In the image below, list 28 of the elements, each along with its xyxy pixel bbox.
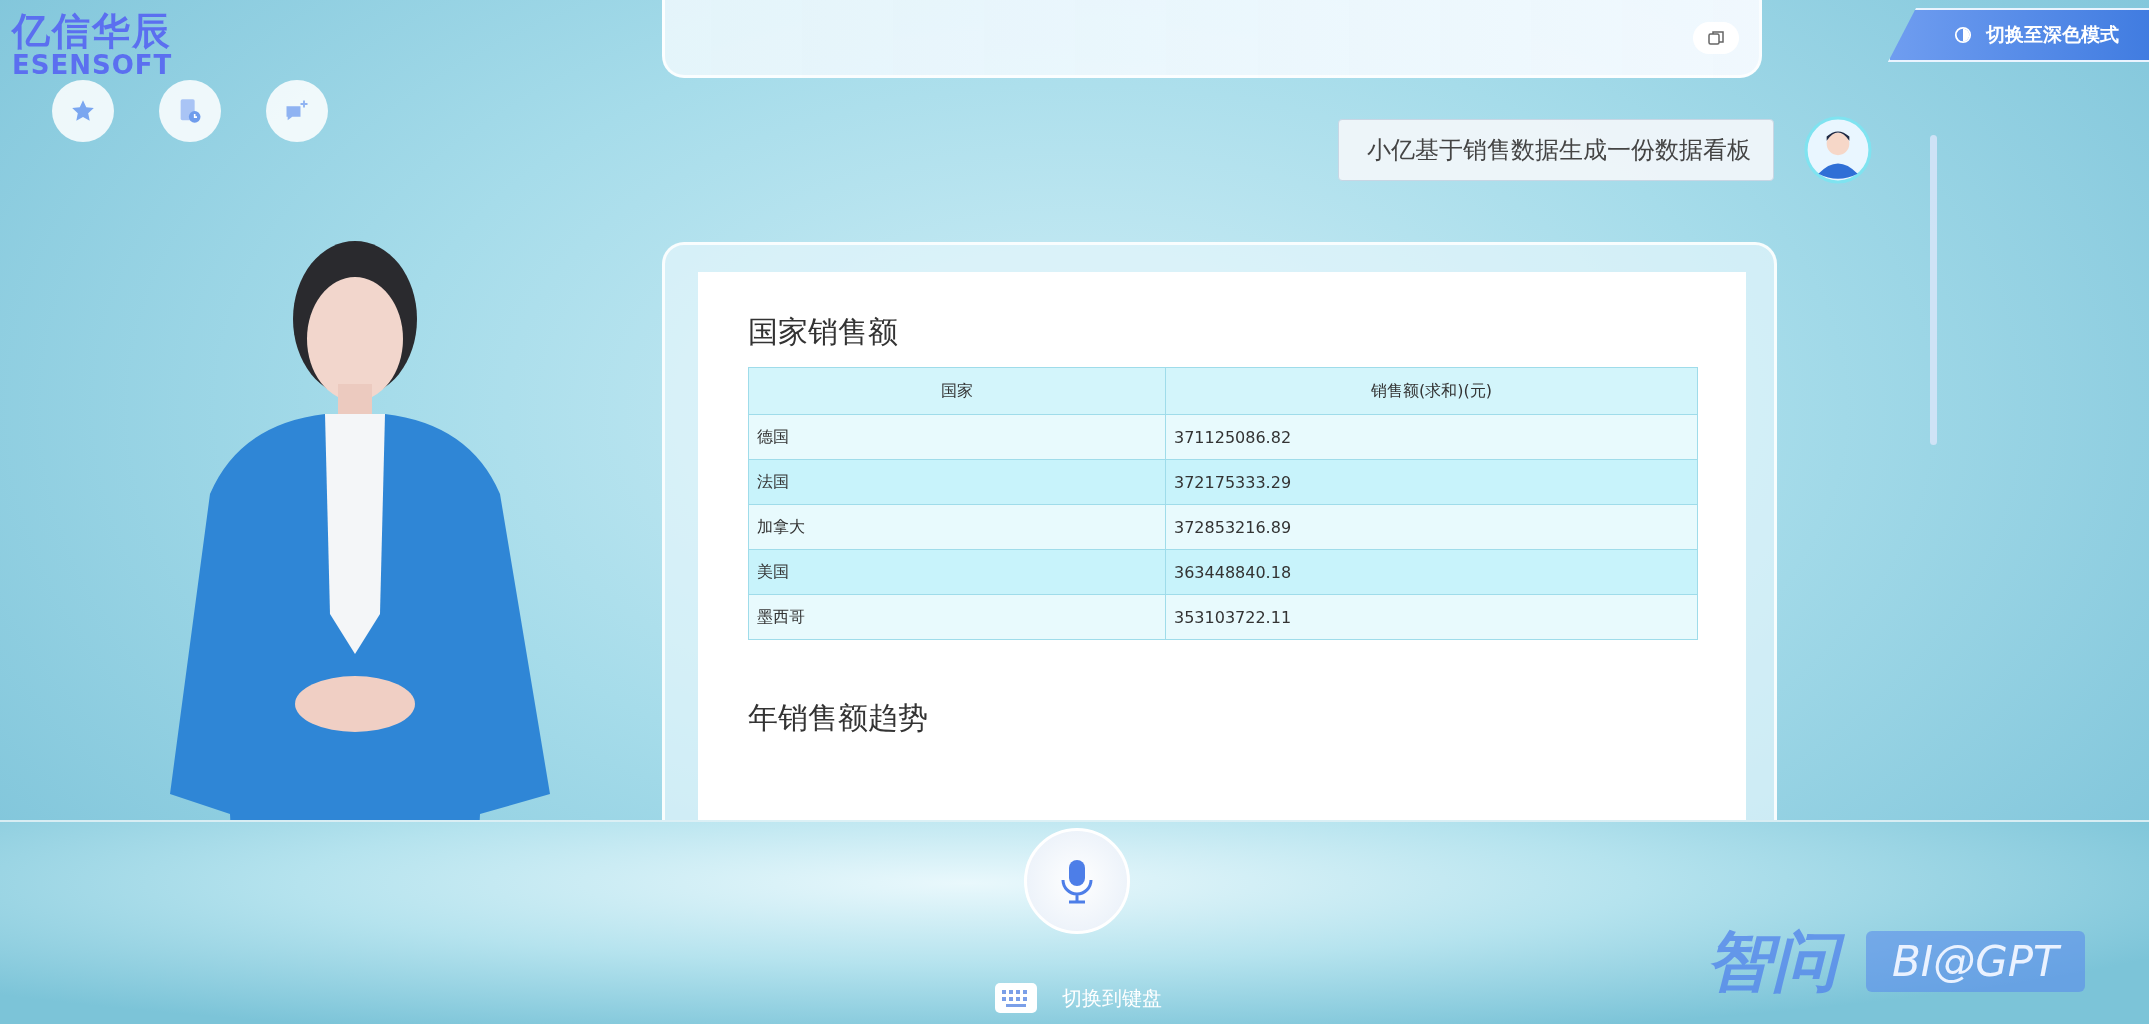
table-cell: 371125086.82 xyxy=(1165,414,1698,460)
logo-title: 亿信华辰 xyxy=(12,12,173,50)
table-cell: 353103722.11 xyxy=(1165,594,1698,640)
column-header: 国家 xyxy=(748,367,1166,415)
table-cell: 美国 xyxy=(748,549,1166,595)
user-avatar-icon xyxy=(1804,116,1872,184)
table-cell: 墨西哥 xyxy=(748,594,1166,640)
table-cell: 372853216.89 xyxy=(1165,504,1698,550)
dark-mode-toggle[interactable]: 切换至深色模式 xyxy=(1888,8,2149,62)
table-cell: 法国 xyxy=(748,459,1166,505)
user-message: 小亿基于销售数据生成一份数据看板 xyxy=(1338,119,1774,181)
product-name: 智问 xyxy=(1700,922,1852,1002)
column-header: 销售额(求和)(元) xyxy=(1165,367,1698,415)
table-cell: 363448840.18 xyxy=(1165,549,1698,595)
microphone-icon xyxy=(1060,858,1094,904)
star-icon xyxy=(70,98,96,124)
keyboard-icon xyxy=(994,982,1038,1014)
copy-icon xyxy=(1707,28,1725,47)
logo-subtitle: ESENSOFT xyxy=(12,52,173,78)
copy-button[interactable] xyxy=(1693,21,1739,54)
contrast-icon xyxy=(1954,26,1972,44)
section-title: 年销售额趋势 xyxy=(748,699,929,737)
product-tag: BI@GPT xyxy=(1866,931,2085,993)
table-cell: 加拿大 xyxy=(748,504,1166,550)
scrollbar[interactable] xyxy=(1930,135,1937,445)
section-title: 国家销售额 xyxy=(748,313,899,351)
table-cell: 372175333.29 xyxy=(1165,459,1698,505)
table-cell: 德国 xyxy=(748,414,1166,460)
